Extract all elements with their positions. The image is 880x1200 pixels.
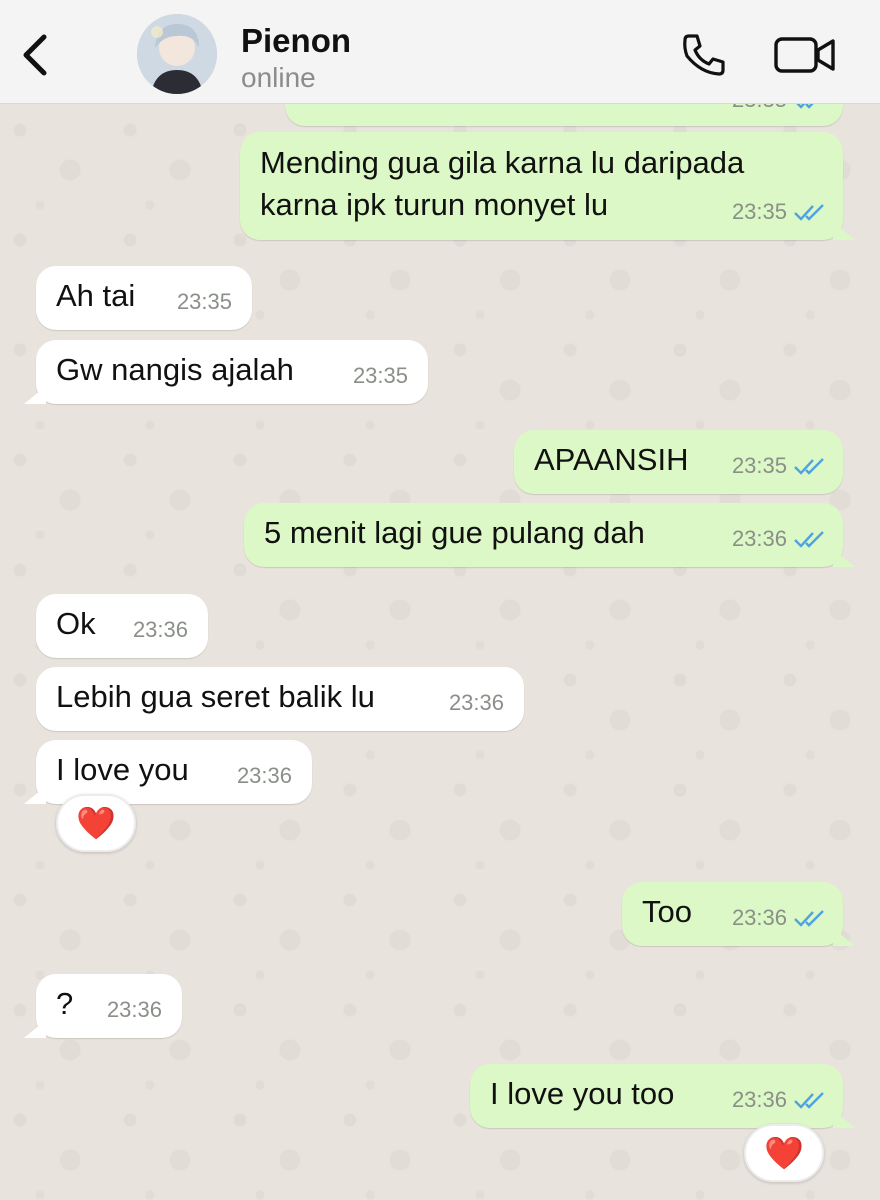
heart-reaction[interactable]: ❤️: [56, 794, 136, 852]
message-bubble-incoming[interactable]: ? 23:36: [24, 974, 182, 1038]
message-time: 23:36: [106, 997, 162, 1022]
message-meta: 23:35: [353, 362, 408, 390]
message-bubble-outgoing[interactable]: Too 23:36: [622, 882, 855, 946]
message-meta: 23:36: [237, 762, 292, 790]
message-time: 23:36: [731, 1087, 787, 1112]
message-meta: 23:36: [732, 904, 827, 932]
video-camera-icon[interactable]: [774, 36, 836, 74]
message-meta: 23:36: [133, 616, 188, 644]
contact-name[interactable]: Pienon: [241, 22, 351, 60]
avatar-image: [137, 14, 217, 94]
message-meta: 23:36: [732, 525, 827, 553]
message-meta: 23:36: [732, 1086, 827, 1114]
message-time: 23:35: [731, 199, 787, 224]
contact-status: online: [241, 62, 316, 93]
message-time: 23:35: [176, 289, 232, 314]
message-time: 23:36: [236, 763, 292, 788]
double-check-icon: [794, 531, 824, 548]
message-bubble-incoming[interactable]: Ah tai 23:35: [36, 266, 252, 330]
message-time: 23:36: [448, 690, 504, 715]
message-bubble-outgoing[interactable]: APAANSIH 23:35: [514, 430, 843, 494]
message-list[interactable]: 23:35 Mending gua gila karna lu daripada…: [0, 0, 880, 1200]
message-text: ?: [56, 986, 74, 1021]
message-meta: 23:35: [177, 288, 232, 316]
message-meta: 23:35: [732, 198, 827, 226]
message-time: 23:36: [731, 526, 787, 551]
message-bubble-outgoing[interactable]: Mending gua gila karna lu daripada karna…: [240, 132, 855, 240]
chat-header: Pienon online: [0, 0, 880, 104]
double-check-icon: [794, 204, 824, 221]
double-check-icon: [794, 910, 824, 927]
message-bubble-incoming[interactable]: Ok 23:36: [36, 594, 208, 658]
heart-reaction[interactable]: ❤️: [744, 1124, 824, 1182]
message-time: 23:36: [132, 617, 188, 642]
message-meta: 23:36: [107, 996, 162, 1024]
message-time: 23:35: [731, 453, 787, 478]
avatar[interactable]: [137, 14, 217, 94]
message-bubble-outgoing[interactable]: 5 menit lagi gue pulang dah 23:36: [244, 503, 855, 567]
chevron-left-icon[interactable]: [18, 32, 52, 78]
double-check-icon: [794, 1092, 824, 1109]
message-bubble-incoming[interactable]: Lebih gua seret balik lu 23:36: [36, 667, 524, 731]
message-time: 23:36: [731, 905, 787, 930]
message-text: Ok: [56, 606, 96, 641]
message-text: I love you too: [490, 1076, 675, 1111]
message-meta: 23:35: [732, 452, 827, 480]
double-check-icon: [794, 458, 824, 475]
message-text: Too: [642, 894, 692, 929]
message-text: Gw nangis ajalah: [56, 352, 294, 387]
message-text: APAANSIH: [534, 442, 689, 477]
message-bubble-outgoing[interactable]: I love you too 23:36: [470, 1064, 855, 1128]
message-text: Ah tai: [56, 278, 136, 313]
message-text: Mending gua gila karna lu daripada karna…: [260, 145, 745, 222]
phone-icon[interactable]: [680, 31, 728, 79]
message-text: I love you: [56, 752, 189, 787]
message-meta: 23:36: [449, 689, 504, 717]
message-time: 23:35: [352, 363, 408, 388]
message-text: 5 menit lagi gue pulang dah: [264, 515, 645, 550]
message-bubble-incoming[interactable]: Gw nangis ajalah 23:35: [24, 340, 428, 404]
message-text: Lebih gua seret balik lu: [56, 679, 375, 714]
